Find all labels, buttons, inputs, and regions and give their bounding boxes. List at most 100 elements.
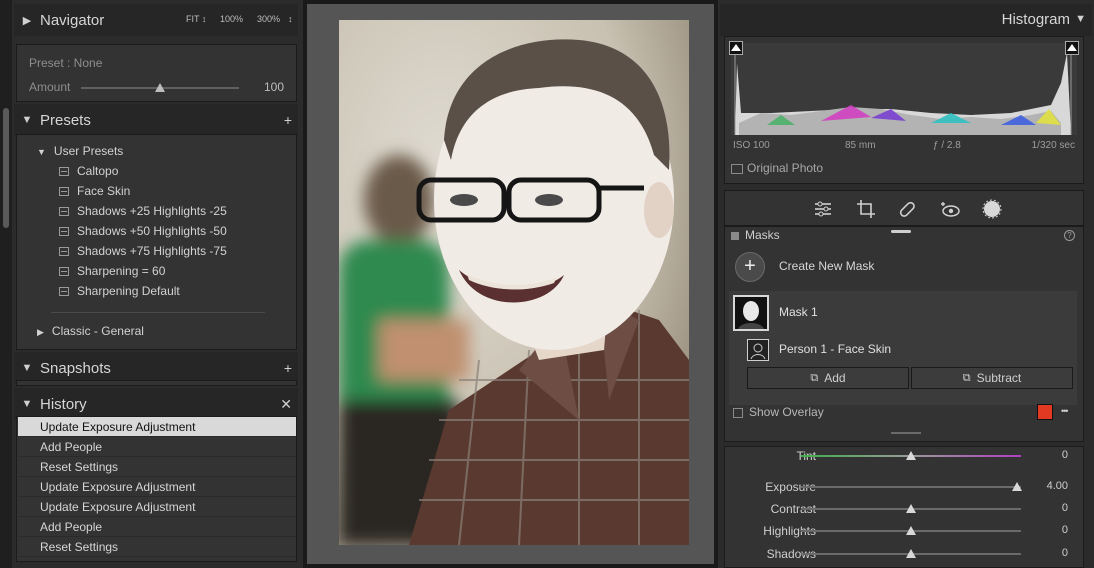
slider-highlights[interactable]: Highlights 0 — [724, 520, 1086, 542]
add-preset-button[interactable]: + — [284, 112, 292, 128]
left-scrollbar-thumb[interactable] — [3, 108, 9, 228]
preset-label: Shadows +25 Highlights -25 — [77, 204, 227, 218]
left-scrollbar[interactable] — [0, 0, 12, 568]
slider-shadows[interactable]: Shadows 0 — [724, 543, 1086, 565]
create-new-mask-label[interactable]: Create New Mask — [779, 259, 874, 273]
slider-value[interactable]: 0 — [1018, 524, 1068, 536]
preset-label: Face Skin — [77, 184, 131, 198]
history-item[interactable]: Reset Settings — [18, 457, 296, 477]
preset-icon — [59, 267, 69, 276]
collapse-down-icon[interactable]: ▼ — [14, 398, 40, 410]
preset-item[interactable]: Sharpening = 60 — [59, 264, 165, 278]
user-presets-label: User Presets — [53, 144, 124, 158]
photo-preview[interactable] — [339, 20, 689, 545]
history-item[interactable]: Add People — [18, 437, 296, 457]
mask-1-name[interactable]: Mask 1 — [779, 305, 818, 319]
healing-icon[interactable] — [897, 199, 917, 219]
slider-tint[interactable]: Tint0 — [724, 445, 1086, 467]
presets-title: Presets — [40, 111, 91, 129]
triangle-icon — [1067, 44, 1077, 51]
add-button[interactable]: ⧉ Add — [747, 367, 909, 389]
preset-item[interactable]: Sharpening Default — [59, 284, 180, 298]
mask-1-group: Mask 1 Person 1 - Face Skin ⧉ Add ⧉ Subtra… — [729, 291, 1077, 405]
collapse-down-icon[interactable]: ▼ — [14, 362, 40, 374]
add-mask-icon: ⧉ — [810, 371, 819, 384]
mask-component-name[interactable]: Person 1 - Face Skin — [779, 342, 891, 356]
collapse-down-icon[interactable]: ▼ — [1075, 13, 1086, 25]
slider-value[interactable]: 0 — [1018, 547, 1068, 559]
history-item[interactable]: Add People — [18, 517, 296, 537]
preset-label: Preset : None — [29, 56, 103, 70]
preset-item[interactable]: Face Skin — [59, 184, 130, 198]
slider-knob[interactable] — [906, 504, 916, 513]
highlight-clipping-toggle[interactable] — [1065, 41, 1079, 55]
slider-track[interactable] — [801, 486, 1021, 488]
face-skin-thumbnail[interactable] — [747, 339, 769, 361]
add-label: Add — [824, 371, 846, 385]
slider-value[interactable]: 0 — [1018, 449, 1068, 461]
create-mask-plus-icon[interactable]: + — [735, 252, 765, 282]
image-canvas — [307, 4, 714, 564]
edit-sliders-icon[interactable] — [813, 199, 833, 219]
histogram-header[interactable]: Histogram ▼ — [720, 4, 1092, 36]
slider-value[interactable]: 0 — [1018, 502, 1068, 514]
panel-toggle-icon[interactable] — [731, 232, 739, 240]
preset-item[interactable]: Shadows +75 Highlights -75 — [59, 244, 227, 258]
preset-item[interactable]: Shadows +50 Highlights -50 — [59, 224, 227, 238]
masks-panel: Masks ? + Create New Mask Mask 1 Person … — [724, 226, 1084, 442]
more-options-icon[interactable]: ••• — [1061, 406, 1069, 416]
clear-history-button[interactable]: ✕ — [280, 396, 292, 413]
original-photo-checkbox[interactable] — [731, 164, 743, 174]
drag-handle[interactable] — [891, 230, 911, 233]
expand-down-icon[interactable]: ▼ — [37, 147, 46, 157]
right-panel: Histogram ▼ ISO 100 85 mm ƒ / 2.8 1/320 … — [718, 0, 1094, 568]
red-eye-icon[interactable] — [939, 199, 961, 219]
slider-value[interactable]: 4.00 — [1018, 480, 1068, 492]
show-overlay-checkbox[interactable] — [733, 408, 743, 418]
slider-knob[interactable] — [906, 451, 916, 460]
navigator-header[interactable]: ▶ Navigator FIT ↕ 100% 300% ↕ — [14, 4, 298, 36]
preset-icon — [59, 167, 69, 176]
histogram-graph[interactable] — [731, 43, 1077, 135]
zoom-more[interactable]: ↕ — [288, 14, 293, 24]
person-icon — [750, 343, 766, 360]
zoom-100[interactable]: 100% — [220, 14, 243, 24]
preset-item[interactable]: Shadows +25 Highlights -25 — [59, 204, 227, 218]
overlay-color-swatch[interactable] — [1037, 404, 1053, 420]
shutter-speed: 1/320 sec — [1031, 140, 1075, 151]
collapse-right-icon[interactable]: ▶ — [14, 14, 40, 27]
portrait-photo — [339, 20, 689, 545]
slider-knob[interactable] — [906, 549, 916, 558]
amount-slider-knob[interactable] — [155, 83, 165, 92]
subtract-button[interactable]: ⧉ Subtract — [911, 367, 1073, 389]
masking-icon[interactable] — [981, 198, 1003, 220]
mask-thumbnail[interactable] — [733, 295, 769, 331]
add-snapshot-button[interactable]: + — [284, 360, 292, 376]
presets-box: ▼ User Presets ▶ Classic - General Caltopo… — [16, 134, 297, 350]
history-item[interactable]: Update Exposure Adjustment — [18, 477, 296, 497]
preset-icon — [59, 207, 69, 216]
preset-label: Sharpening Default — [77, 284, 180, 298]
history-item[interactable]: Update Exposure Adjustment — [18, 497, 296, 517]
history-item[interactable]: Update Exposure Adjustment — [18, 417, 296, 437]
histogram-title: Histogram — [1001, 11, 1070, 28]
presets-header[interactable]: ▼ Presets + — [14, 104, 298, 136]
zoom-300[interactable]: 300% — [257, 14, 280, 24]
user-presets-group[interactable]: ▼ User Presets — [37, 144, 123, 158]
crop-icon[interactable] — [856, 199, 876, 219]
focal-length: 85 mm — [845, 140, 876, 151]
expand-right-icon[interactable]: ▶ — [37, 327, 44, 337]
zoom-fit[interactable]: FIT ↕ — [186, 14, 206, 24]
preset-icon — [59, 247, 69, 256]
slider-knob[interactable] — [906, 526, 916, 535]
aperture: ƒ / 2.8 — [933, 140, 961, 151]
classic-general-group[interactable]: ▶ Classic - General — [37, 324, 144, 338]
collapse-down-icon[interactable]: ▼ — [14, 114, 40, 126]
slider-exposure[interactable]: Exposure 4.00 — [724, 476, 1086, 498]
history-item[interactable]: Reset Settings — [18, 537, 296, 557]
preset-item[interactable]: Caltopo — [59, 164, 118, 178]
shadow-clipping-toggle[interactable] — [729, 41, 743, 55]
help-icon[interactable]: ? — [1064, 230, 1075, 241]
slider-contrast[interactable]: Contrast 0 — [724, 498, 1086, 520]
resize-handle[interactable] — [891, 432, 921, 434]
